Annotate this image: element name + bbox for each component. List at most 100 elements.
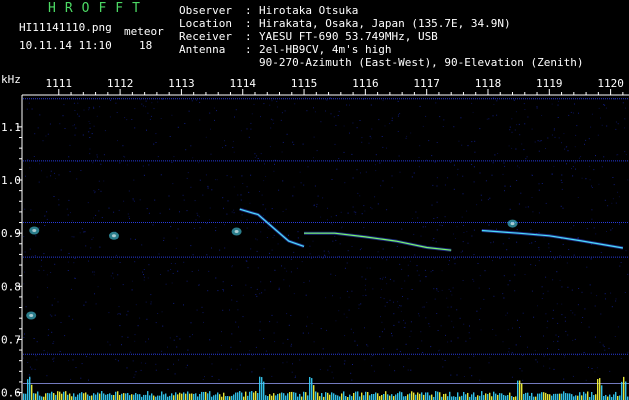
- noise-speck: [403, 366, 405, 368]
- noise-speck: [214, 119, 215, 121]
- noise-speck: [233, 186, 235, 188]
- noise-speck: [471, 141, 473, 143]
- noise-speck: [119, 262, 121, 263]
- noise-speck: [223, 290, 224, 292]
- noise-speck: [585, 178, 587, 180]
- noise-speck: [618, 223, 620, 225]
- noise-speck: [508, 237, 510, 239]
- noise-speck: [351, 379, 353, 381]
- noise-speck: [379, 278, 381, 280]
- noise-speck: [359, 120, 361, 121]
- noise-speck: [575, 168, 576, 170]
- noise-speck: [267, 226, 269, 228]
- noise-speck: [494, 154, 496, 156]
- noise-speck: [293, 186, 295, 188]
- noise-speck: [438, 350, 440, 352]
- noise-speck: [115, 358, 117, 360]
- activity-bar: [623, 376, 625, 400]
- activity-bar: [243, 396, 245, 400]
- noise-speck: [227, 200, 229, 202]
- activity-bar: [547, 394, 549, 400]
- noise-speck: [465, 340, 467, 342]
- noise-speck: [176, 237, 178, 239]
- noise-speck: [241, 214, 243, 216]
- noise-speck: [595, 155, 596, 157]
- activity-bar: [417, 392, 419, 400]
- noise-speck: [231, 266, 233, 268]
- noise-speck: [370, 206, 372, 208]
- noise-speck: [80, 170, 82, 171]
- noise-speck: [78, 115, 80, 117]
- activity-bar: [165, 393, 167, 400]
- activity-bar: [233, 394, 235, 400]
- noise-speck: [564, 355, 566, 356]
- noise-speck: [296, 267, 298, 269]
- noise-speck: [394, 160, 395, 162]
- noise-speck: [518, 203, 520, 205]
- noise-speck: [313, 136, 315, 138]
- activity-bar: [109, 393, 111, 400]
- noise-speck: [493, 104, 495, 105]
- noise-speck: [453, 326, 455, 328]
- noise-speck: [256, 295, 258, 297]
- noise-speck: [559, 279, 561, 281]
- noise-speck: [584, 143, 585, 145]
- noise-speck: [560, 179, 562, 181]
- noise-speck: [134, 340, 136, 342]
- noise-speck: [167, 346, 168, 348]
- noise-speck: [239, 364, 241, 366]
- noise-speck: [360, 172, 361, 174]
- noise-speck: [425, 115, 427, 117]
- noise-speck: [617, 191, 618, 193]
- activity-bar: [309, 376, 311, 400]
- noise-speck: [453, 188, 455, 190]
- noise-speck: [405, 343, 407, 345]
- noise-speck: [538, 212, 540, 214]
- noise-speck: [384, 328, 385, 330]
- noise-speck: [433, 218, 435, 219]
- noise-speck: [386, 283, 388, 285]
- noise-speck: [143, 269, 145, 270]
- activity-bar: [143, 394, 145, 400]
- noise-speck: [594, 371, 596, 373]
- noise-speck: [299, 220, 301, 222]
- noise-speck: [434, 161, 436, 163]
- activity-bar: [41, 396, 43, 400]
- noise-speck: [121, 336, 123, 338]
- activity-bar: [37, 391, 39, 400]
- noise-speck: [356, 344, 358, 346]
- noise-speck: [574, 103, 575, 105]
- noise-speck: [350, 372, 352, 374]
- noise-speck: [433, 288, 435, 290]
- noise-speck: [456, 309, 458, 311]
- noise-speck: [192, 334, 193, 336]
- noise-speck: [98, 189, 100, 190]
- noise-speck: [331, 224, 333, 226]
- noise-speck: [74, 257, 76, 259]
- noise-speck: [280, 119, 282, 121]
- noise-speck: [150, 115, 152, 117]
- noise-speck: [534, 141, 536, 143]
- noise-speck: [226, 175, 228, 177]
- noise-speck: [94, 293, 95, 295]
- noise-speck: [553, 129, 555, 131]
- noise-speck: [361, 213, 363, 215]
- noise-speck: [149, 118, 151, 120]
- noise-speck: [492, 329, 494, 330]
- noise-speck: [145, 341, 147, 343]
- noise-speck: [24, 251, 26, 253]
- noise-speck: [313, 205, 315, 207]
- activity-bar: [137, 394, 139, 400]
- noise-speck: [38, 181, 40, 183]
- activity-bar: [401, 392, 403, 400]
- y-tick-label: 0.7: [1, 333, 21, 346]
- noise-speck: [115, 254, 117, 256]
- noise-speck: [320, 216, 322, 218]
- noise-speck: [450, 306, 452, 308]
- activity-bar: [561, 393, 563, 400]
- activity-bar: [585, 393, 587, 400]
- noise-speck: [572, 339, 574, 341]
- noise-speck: [93, 106, 95, 108]
- noise-speck: [143, 276, 145, 278]
- noise-speck: [593, 227, 595, 229]
